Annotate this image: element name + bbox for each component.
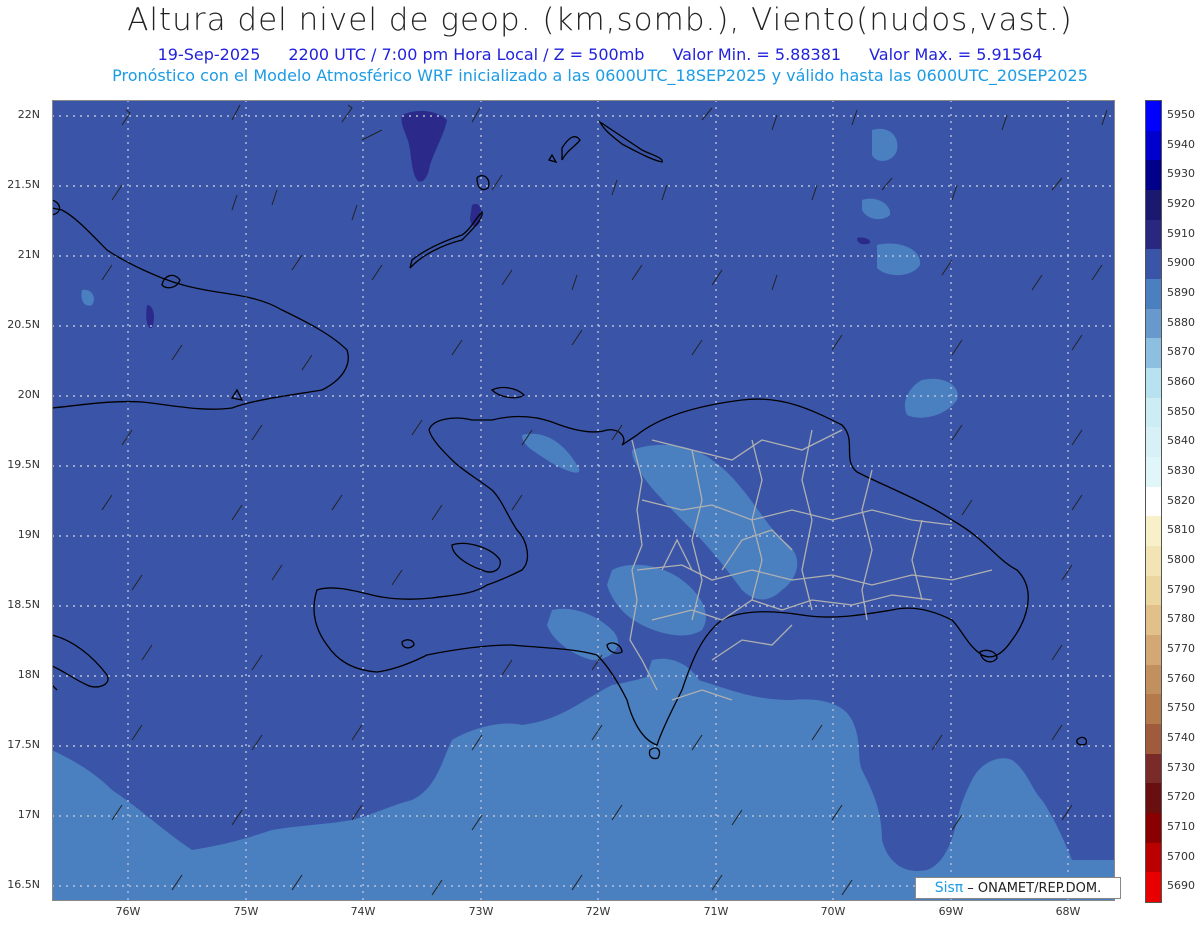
lon-label: 69W [938, 905, 964, 918]
colorbar-label: 5880 [1167, 315, 1195, 329]
forecast-info: 19-Sep-2025 2200 UTC / 7:00 pm Hora Local… [0, 45, 1200, 64]
colorbar-label: 5770 [1167, 641, 1195, 655]
colorbar-label: 5900 [1167, 256, 1195, 270]
colorbar-label: 5810 [1167, 523, 1195, 537]
colorbar-label: 5760 [1167, 671, 1195, 685]
lat-label: 18N [17, 668, 40, 681]
colorbar-swatch [1146, 694, 1161, 725]
colorbar-swatch [1146, 308, 1161, 339]
lon-label: 71W [703, 905, 729, 918]
colorbar-label: 5690 [1167, 879, 1195, 893]
lat-label: 16.5N [7, 878, 40, 891]
colorbar-swatch [1146, 397, 1161, 428]
colorbar-swatch [1146, 486, 1161, 517]
colorbar-label: 5730 [1167, 760, 1195, 774]
lat-label: 19N [17, 528, 40, 541]
colorbar-label: 5860 [1167, 374, 1195, 388]
lat-label: 22N [17, 108, 40, 121]
colorbar-label: 5790 [1167, 582, 1195, 596]
colorbar-label: 5720 [1167, 790, 1195, 804]
lon-label: 76W [115, 905, 141, 918]
colorbar-swatch [1146, 605, 1161, 636]
max-value: Valor Max. = 5.91564 [869, 45, 1043, 64]
colorbar-label: 5950 [1167, 107, 1195, 121]
colorbar-swatch [1146, 872, 1161, 903]
colorbar-label: 5890 [1167, 285, 1195, 299]
credit-text: – ONAMET/REP.DOM. [967, 880, 1102, 896]
colorbar-swatch [1146, 724, 1161, 755]
colorbar-label: 5830 [1167, 463, 1195, 477]
lat-label: 18.5N [7, 598, 40, 611]
colorbar-label: 5740 [1167, 730, 1195, 744]
lat-label: 20N [17, 388, 40, 401]
lon-label: 70W [820, 905, 846, 918]
sispi-logo: Sisπ [934, 880, 964, 896]
colorbar-label: 5700 [1167, 849, 1195, 863]
map-area [52, 100, 1115, 901]
colorbar-swatch [1146, 575, 1161, 606]
lon-label: 74W [350, 905, 376, 918]
colorbar-swatch [1146, 753, 1161, 784]
lon-label: 73W [468, 905, 494, 918]
map-canvas [52, 100, 1115, 901]
colorbar-swatch [1146, 427, 1161, 458]
lat-label: 21.5N [7, 178, 40, 191]
map-title: Altura del nivel de geop. (km,somb.), Vi… [127, 2, 1073, 38]
colorbar-label: 5940 [1167, 137, 1195, 151]
colorbar-swatch [1146, 130, 1161, 161]
colorbar-swatch [1146, 338, 1161, 369]
colorbar-swatch [1146, 783, 1161, 814]
colorbar-label: 5780 [1167, 612, 1195, 626]
colorbar-label: 5840 [1167, 434, 1195, 448]
lon-label: 68W [1055, 905, 1081, 918]
colorbar-swatch [1146, 516, 1161, 547]
colorbar-swatch [1146, 635, 1161, 666]
colorbar-swatch [1146, 279, 1161, 310]
colorbar-label: 5710 [1167, 819, 1195, 833]
colorbar-swatch [1146, 664, 1161, 695]
min-value: Valor Min. = 5.88381 [672, 45, 842, 64]
lat-label: 20.5N [7, 318, 40, 331]
colorbar-swatch [1146, 457, 1161, 488]
colorbar-label: 5850 [1167, 404, 1195, 418]
credit-box: Sisπ – ONAMET/REP.DOM. [915, 877, 1121, 899]
colorbar [1145, 100, 1162, 903]
colorbar-swatch [1146, 368, 1161, 399]
colorbar-swatch [1146, 813, 1161, 844]
colorbar-label: 5920 [1167, 196, 1195, 210]
colorbar-label: 5820 [1167, 493, 1195, 507]
colorbar-swatch [1146, 101, 1161, 132]
colorbar-swatch [1146, 190, 1161, 221]
colorbar-swatch [1146, 546, 1161, 577]
forecast-time: 2200 UTC / 7:00 pm Hora Local / Z = 500m… [288, 45, 645, 64]
lat-label: 19.5N [7, 458, 40, 471]
colorbar-label: 5910 [1167, 226, 1195, 240]
forecast-date: 19-Sep-2025 [157, 45, 261, 64]
colorbar-label: 5870 [1167, 345, 1195, 359]
colorbar-swatch [1146, 249, 1161, 280]
lat-label: 17.5N [7, 738, 40, 751]
lon-label: 75W [233, 905, 259, 918]
colorbar-label: 5800 [1167, 552, 1195, 566]
colorbar-swatch [1146, 842, 1161, 873]
model-subtitle: Pronóstico con el Modelo Atmosférico WRF… [112, 66, 1088, 85]
lat-label: 17N [17, 808, 40, 821]
lon-label: 72W [585, 905, 611, 918]
lat-label: 21N [17, 248, 40, 261]
colorbar-label: 5930 [1167, 167, 1195, 181]
colorbar-swatch [1146, 219, 1161, 250]
colorbar-swatch [1146, 160, 1161, 191]
colorbar-label: 5750 [1167, 701, 1195, 715]
